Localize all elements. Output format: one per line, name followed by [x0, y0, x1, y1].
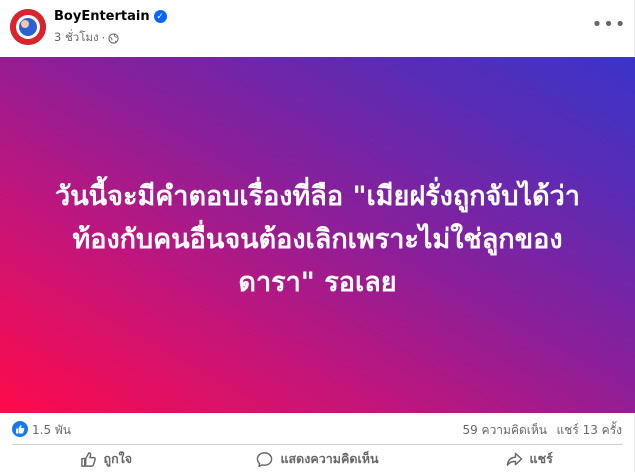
- meta-separator: ·: [101, 31, 106, 45]
- comment-bubble-icon: [257, 451, 273, 467]
- comment-label: แสดงความคิดเห็น: [280, 451, 379, 466]
- post-time[interactable]: 3 ชั่วโมง: [54, 29, 99, 47]
- more-options-icon[interactable]: •••: [592, 12, 626, 36]
- post-image-text: วันนี้จะมีคำตอบเรื่องที่ลือ "เมียฝรั่งถู…: [55, 180, 580, 298]
- like-button[interactable]: ถูกใจ: [0, 446, 212, 472]
- like-label: ถูกใจ: [103, 451, 133, 466]
- post-actions: ถูกใจ แสดงความคิดเห็น แชร์: [0, 446, 635, 472]
- author-name[interactable]: BoyEntertain: [54, 9, 150, 24]
- like-reaction-icon: [12, 421, 28, 437]
- post-header: BoyEntertain ✓ 3 ชั่วโมง · •••: [0, 0, 635, 56]
- author-avatar[interactable]: [10, 9, 46, 45]
- comment-button[interactable]: แสดงความคิดเห็น: [212, 446, 424, 472]
- globe-icon: [108, 32, 119, 44]
- verified-badge-icon: ✓: [153, 10, 167, 23]
- post-card: BoyEntertain ✓ 3 ชั่วโมง · ••• วันนี้จะม…: [0, 0, 635, 472]
- share-count[interactable]: แชร์ 13 ครั้ง: [556, 421, 622, 440]
- post-image[interactable]: วันนี้จะมีคำตอบเรื่องที่ลือ "เมียฝรั่งถู…: [0, 57, 635, 413]
- author-row: BoyEntertain ✓: [54, 9, 167, 24]
- post-meta: 3 ชั่วโมง ·: [54, 29, 119, 47]
- post-stats: 1.5 พัน 59 ความคิดเห็น แชร์ 13 ครั้ง: [0, 416, 635, 442]
- comment-count[interactable]: 59 ความคิดเห็น: [462, 421, 547, 440]
- reaction-count[interactable]: 1.5 พัน: [32, 421, 71, 440]
- share-arrow-icon: [506, 452, 522, 466]
- share-label: แชร์: [529, 451, 553, 466]
- thumbs-up-icon: [80, 451, 96, 467]
- actions-divider: [12, 444, 623, 445]
- share-button[interactable]: แชร์: [423, 446, 635, 472]
